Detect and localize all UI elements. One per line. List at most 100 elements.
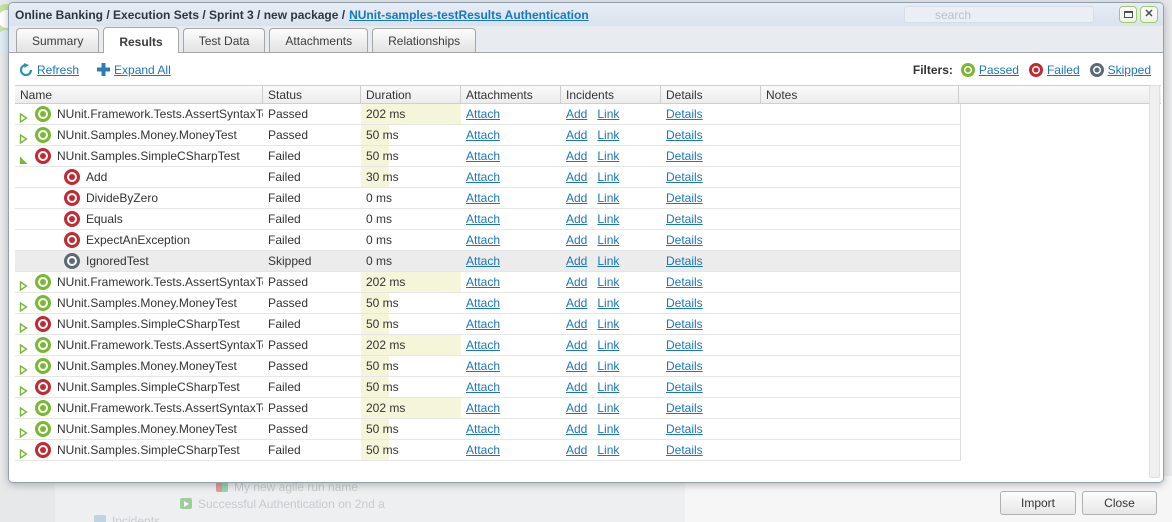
collapsed-expander-icon[interactable] <box>19 361 29 371</box>
attach-link[interactable]: Attach <box>466 359 500 373</box>
tab-attachments[interactable]: Attachments <box>269 28 368 52</box>
attach-link[interactable]: Attach <box>466 149 500 163</box>
import-button[interactable]: Import <box>1000 491 1076 515</box>
link-incident-link[interactable]: Link <box>597 317 619 331</box>
tab-summary[interactable]: Summary <box>16 28 99 52</box>
attach-link[interactable]: Attach <box>466 191 500 205</box>
column-header-incidents[interactable]: Incidents <box>561 86 661 103</box>
details-link[interactable]: Details <box>666 443 703 457</box>
expanded-expander-icon[interactable] <box>19 151 29 161</box>
expand-all-button[interactable]: Expand All <box>97 63 171 77</box>
details-link[interactable]: Details <box>666 317 703 331</box>
attach-link[interactable]: Attach <box>466 380 500 394</box>
collapsed-expander-icon[interactable] <box>19 319 29 329</box>
add-incident-link[interactable]: Add <box>566 107 587 121</box>
link-incident-link[interactable]: Link <box>597 380 619 394</box>
add-incident-link[interactable]: Add <box>566 338 587 352</box>
attach-link[interactable]: Attach <box>466 107 500 121</box>
link-incident-link[interactable]: Link <box>597 359 619 373</box>
column-header-status[interactable]: Status <box>263 86 361 103</box>
details-link[interactable]: Details <box>666 128 703 142</box>
link-incident-link[interactable]: Link <box>597 275 619 289</box>
collapsed-expander-icon[interactable] <box>19 382 29 392</box>
attach-link[interactable]: Attach <box>466 275 500 289</box>
details-link[interactable]: Details <box>666 275 703 289</box>
add-incident-link[interactable]: Add <box>566 191 587 205</box>
collapsed-expander-icon[interactable] <box>19 109 29 119</box>
details-link[interactable]: Details <box>666 149 703 163</box>
attach-link[interactable]: Attach <box>466 296 500 310</box>
close-dialog-button[interactable]: ✕ <box>1140 6 1158 23</box>
details-link[interactable]: Details <box>666 296 703 310</box>
attach-link[interactable]: Attach <box>466 422 500 436</box>
add-incident-link[interactable]: Add <box>566 128 587 142</box>
attach-link[interactable]: Attach <box>466 443 500 457</box>
details-link[interactable]: Details <box>666 233 703 247</box>
add-incident-link[interactable]: Add <box>566 212 587 226</box>
add-incident-link[interactable]: Add <box>566 422 587 436</box>
attach-link[interactable]: Attach <box>466 170 500 184</box>
vertical-scrollbar[interactable] <box>1149 85 1160 478</box>
link-incident-link[interactable]: Link <box>597 422 619 436</box>
add-incident-link[interactable]: Add <box>566 233 587 247</box>
details-link[interactable]: Details <box>666 359 703 373</box>
link-incident-link[interactable]: Link <box>597 254 619 268</box>
tab-results[interactable]: Results <box>103 27 178 53</box>
column-header-attachments[interactable]: Attachments <box>461 86 561 103</box>
filter-skipped[interactable]: Skipped <box>1090 63 1151 77</box>
collapsed-expander-icon[interactable] <box>19 277 29 287</box>
details-link[interactable]: Details <box>666 107 703 121</box>
breadcrumb-current-link[interactable]: NUnit-samples-testResults Authentication <box>349 8 589 22</box>
details-link[interactable]: Details <box>666 380 703 394</box>
add-incident-link[interactable]: Add <box>566 149 587 163</box>
collapsed-expander-icon[interactable] <box>19 445 29 455</box>
collapsed-expander-icon[interactable] <box>19 340 29 350</box>
link-incident-link[interactable]: Link <box>597 191 619 205</box>
link-incident-link[interactable]: Link <box>597 170 619 184</box>
refresh-button[interactable]: Refresh <box>19 63 79 77</box>
details-link[interactable]: Details <box>666 212 703 226</box>
add-incident-link[interactable]: Add <box>566 170 587 184</box>
attach-link[interactable]: Attach <box>466 317 500 331</box>
close-button[interactable]: Close <box>1082 491 1157 515</box>
link-incident-link[interactable]: Link <box>597 107 619 121</box>
collapsed-expander-icon[interactable] <box>19 403 29 413</box>
attach-link[interactable]: Attach <box>466 233 500 247</box>
filter-passed[interactable]: Passed <box>961 63 1019 77</box>
link-incident-link[interactable]: Link <box>597 212 619 226</box>
maximize-button[interactable] <box>1119 6 1137 23</box>
details-link[interactable]: Details <box>666 254 703 268</box>
filter-failed[interactable]: Failed <box>1029 63 1080 77</box>
add-incident-link[interactable]: Add <box>566 254 587 268</box>
column-header-notes[interactable]: Notes <box>761 86 959 103</box>
add-incident-link[interactable]: Add <box>566 317 587 331</box>
attach-link[interactable]: Attach <box>466 338 500 352</box>
details-link[interactable]: Details <box>666 191 703 205</box>
details-link[interactable]: Details <box>666 338 703 352</box>
attach-link[interactable]: Attach <box>466 401 500 415</box>
collapsed-expander-icon[interactable] <box>19 298 29 308</box>
link-incident-link[interactable]: Link <box>597 338 619 352</box>
attach-link[interactable]: Attach <box>466 212 500 226</box>
add-incident-link[interactable]: Add <box>566 401 587 415</box>
link-incident-link[interactable]: Link <box>597 443 619 457</box>
column-header-duration[interactable]: Duration <box>361 86 461 103</box>
add-incident-link[interactable]: Add <box>566 443 587 457</box>
column-header-details[interactable]: Details <box>661 86 761 103</box>
add-incident-link[interactable]: Add <box>566 359 587 373</box>
collapsed-expander-icon[interactable] <box>19 424 29 434</box>
link-incident-link[interactable]: Link <box>597 128 619 142</box>
link-incident-link[interactable]: Link <box>597 401 619 415</box>
add-incident-link[interactable]: Add <box>566 296 587 310</box>
add-incident-link[interactable]: Add <box>566 380 587 394</box>
link-incident-link[interactable]: Link <box>597 233 619 247</box>
attach-link[interactable]: Attach <box>466 254 500 268</box>
link-incident-link[interactable]: Link <box>597 296 619 310</box>
details-link[interactable]: Details <box>666 401 703 415</box>
collapsed-expander-icon[interactable] <box>19 130 29 140</box>
tab-relationships[interactable]: Relationships <box>372 28 476 52</box>
details-link[interactable]: Details <box>666 170 703 184</box>
add-incident-link[interactable]: Add <box>566 275 587 289</box>
details-link[interactable]: Details <box>666 422 703 436</box>
attach-link[interactable]: Attach <box>466 128 500 142</box>
